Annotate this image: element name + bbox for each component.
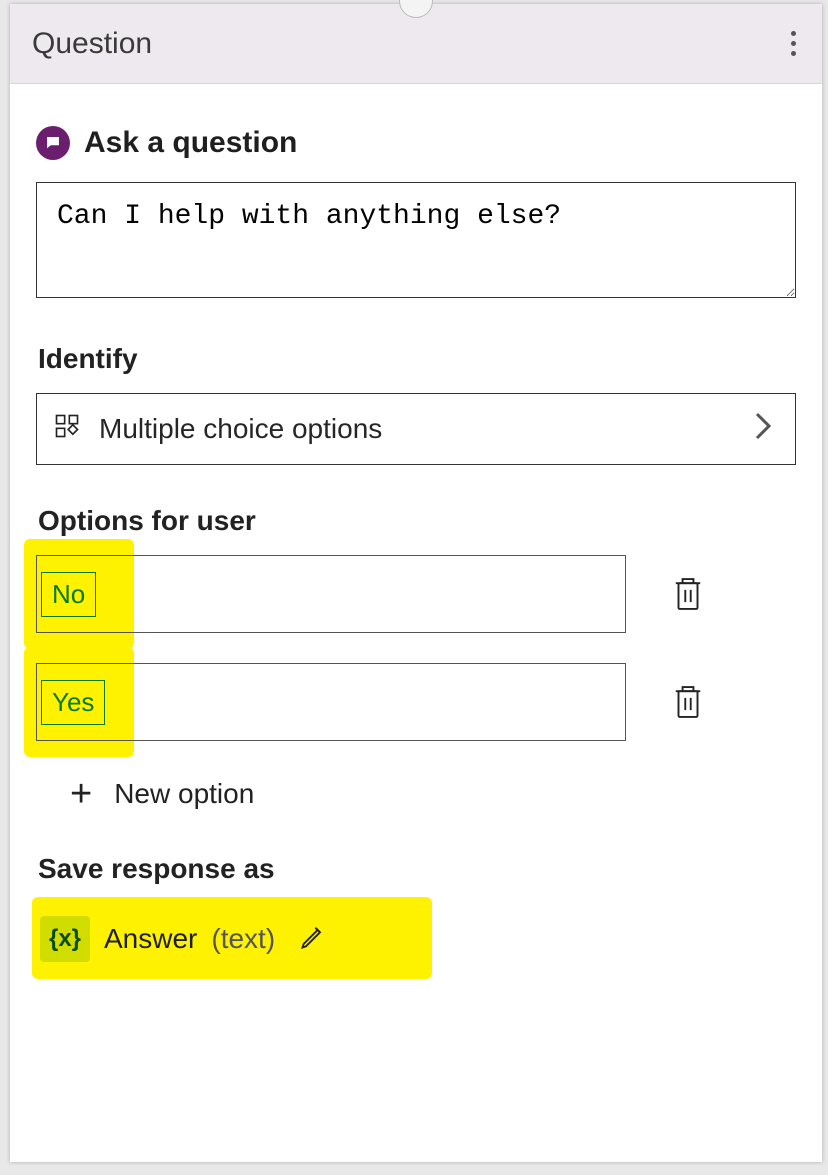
ask-section-title: Ask a question [84,126,297,160]
ask-section-header: Ask a question [36,126,796,160]
option-chip[interactable]: No [41,572,96,617]
identify-selected-value: Multiple choice options [99,413,382,445]
add-option-label: New option [114,778,254,810]
variable-type: (text) [211,923,275,955]
option-row: No [36,555,796,633]
save-response-row: {x} Answer (text) [36,903,796,975]
panel-title: Question [32,27,152,61]
plus-icon: + [70,775,92,813]
options-list: No Yes [36,555,796,741]
option-input[interactable]: Yes [36,663,626,741]
question-panel: Question Ask a question Identify Multipl… [10,4,822,1162]
options-label: Options for user [38,505,796,537]
delete-option-button[interactable] [666,680,710,724]
question-input[interactable] [36,182,796,298]
variable-name: Answer [104,923,197,955]
grid-icon [53,412,81,447]
variable-badge: {x} [40,916,90,962]
identify-selector[interactable]: Multiple choice options [36,393,796,465]
more-options-button[interactable] [783,23,804,64]
save-response-label: Save response as [38,853,796,885]
option-chip[interactable]: Yes [41,680,105,725]
chat-icon [36,126,70,160]
panel-body: Ask a question Identify Multiple choice … [10,84,822,975]
add-option-button[interactable]: + New option [70,775,796,813]
edit-variable-button[interactable] [299,923,327,956]
delete-option-button[interactable] [666,572,710,616]
option-row: Yes [36,663,796,741]
chevron-right-icon [753,411,773,448]
identify-label: Identify [38,343,796,375]
option-input[interactable]: No [36,555,626,633]
